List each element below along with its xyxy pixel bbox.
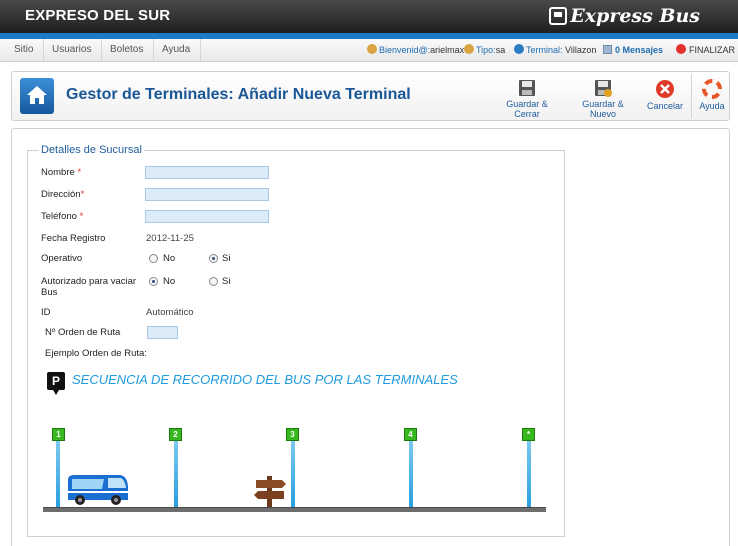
operativo-si-radio[interactable]: [209, 254, 218, 263]
page-title: Gestor de Terminales: Añadir Nueva Termi…: [66, 86, 411, 103]
orden-input[interactable]: [147, 326, 178, 339]
home-button[interactable]: [20, 78, 54, 114]
fecha-value: 2012-11-25: [146, 233, 194, 244]
save-new-button[interactable]: Guardar & Nuevo: [569, 79, 637, 119]
autorizado-no-label: No: [163, 276, 176, 287]
menu-item-boletos[interactable]: Boletos: [100, 39, 155, 61]
home-icon: [27, 86, 47, 104]
logout-link[interactable]: FINALIZAR: [676, 43, 735, 57]
cancel-icon: [656, 80, 674, 98]
page-header: Gestor de Terminales: Añadir Nueva Termi…: [11, 71, 730, 121]
power-icon: [676, 44, 686, 54]
help-button[interactable]: Ayuda: [696, 79, 728, 111]
lifebuoy-icon: [702, 79, 722, 99]
nombre-label: Nombre *: [41, 167, 82, 178]
ejemplo-label: Ejemplo Orden de Ruta:: [45, 348, 147, 359]
user-type-icon: [464, 44, 474, 54]
bus-image: [68, 475, 128, 505]
stop-pole: [291, 440, 295, 507]
operativo-label: Operativo: [41, 253, 83, 264]
menu-bar: Sitio Usuarios Boletos Ayuda Bienvenid@:…: [0, 39, 738, 62]
stop-pole: [409, 440, 413, 507]
route-sequence-title: SECUENCIA DE RECORRIDO DEL BUS POR LAS T…: [72, 372, 458, 387]
save-new-icon: [595, 80, 612, 97]
fecha-label: Fecha Registro: [41, 233, 106, 244]
autorizado-no-radio[interactable]: [149, 277, 158, 286]
cancel-button[interactable]: Cancelar: [646, 79, 684, 111]
direccion-input[interactable]: [145, 188, 269, 201]
stop-marker: 4: [404, 428, 417, 441]
messages-link[interactable]: 0 Mensajes: [603, 43, 663, 57]
autorizado-si-label: Si: [222, 276, 231, 287]
parking-sign: P: [47, 372, 65, 395]
autorizado-label: Autorizado para vaciar Bus: [41, 276, 137, 298]
telefono-input[interactable]: [145, 210, 269, 223]
menu-item-sitio[interactable]: Sitio: [4, 39, 45, 61]
operativo-si-label: Si: [222, 253, 231, 264]
bus-icon: [549, 7, 567, 25]
telefono-label: Teléfono *: [41, 211, 84, 222]
menu-item-ayuda[interactable]: Ayuda: [152, 39, 202, 61]
wooden-signpost-image: [254, 476, 286, 508]
welcome-status: Bienvenid@:arielmax: [367, 43, 464, 57]
stop-marker: 1: [52, 428, 65, 441]
road-line: [43, 507, 546, 512]
autorizado-si-radio[interactable]: [209, 277, 218, 286]
stop-pole: [174, 440, 178, 507]
message-icon: [603, 45, 612, 54]
user-icon: [367, 44, 377, 54]
save-close-button[interactable]: Guardar & Cerrar: [493, 79, 561, 119]
stop-marker: 3: [286, 428, 299, 441]
orden-label: Nº Orden de Ruta: [45, 327, 121, 338]
stop-pole: [527, 440, 531, 507]
terminal-status: Terminal: Villazon: [514, 43, 596, 57]
menu-item-usuarios[interactable]: Usuarios: [42, 39, 103, 61]
stop-pole: [56, 440, 60, 507]
type-status: Tipo:sa: [464, 43, 505, 57]
top-bar: EXPRESO DEL SUR Express Bus: [0, 0, 738, 33]
fieldset-legend: Detalles de Sucursal: [41, 144, 142, 156]
direccion-label: Dirección*: [41, 189, 85, 200]
nombre-input[interactable]: [145, 166, 269, 179]
id-value: Automático: [146, 307, 194, 318]
app-title: EXPRESO DEL SUR: [25, 7, 171, 24]
operativo-no-radio[interactable]: [149, 254, 158, 263]
id-label: ID: [41, 307, 51, 318]
stop-marker: 2: [169, 428, 182, 441]
save-icon: [519, 80, 535, 96]
brand-logo: Express Bus: [570, 5, 700, 27]
operativo-no-label: No: [163, 253, 176, 264]
stop-marker: *: [522, 428, 535, 441]
terminal-icon: [514, 44, 524, 54]
toolbar-divider: [691, 74, 692, 118]
